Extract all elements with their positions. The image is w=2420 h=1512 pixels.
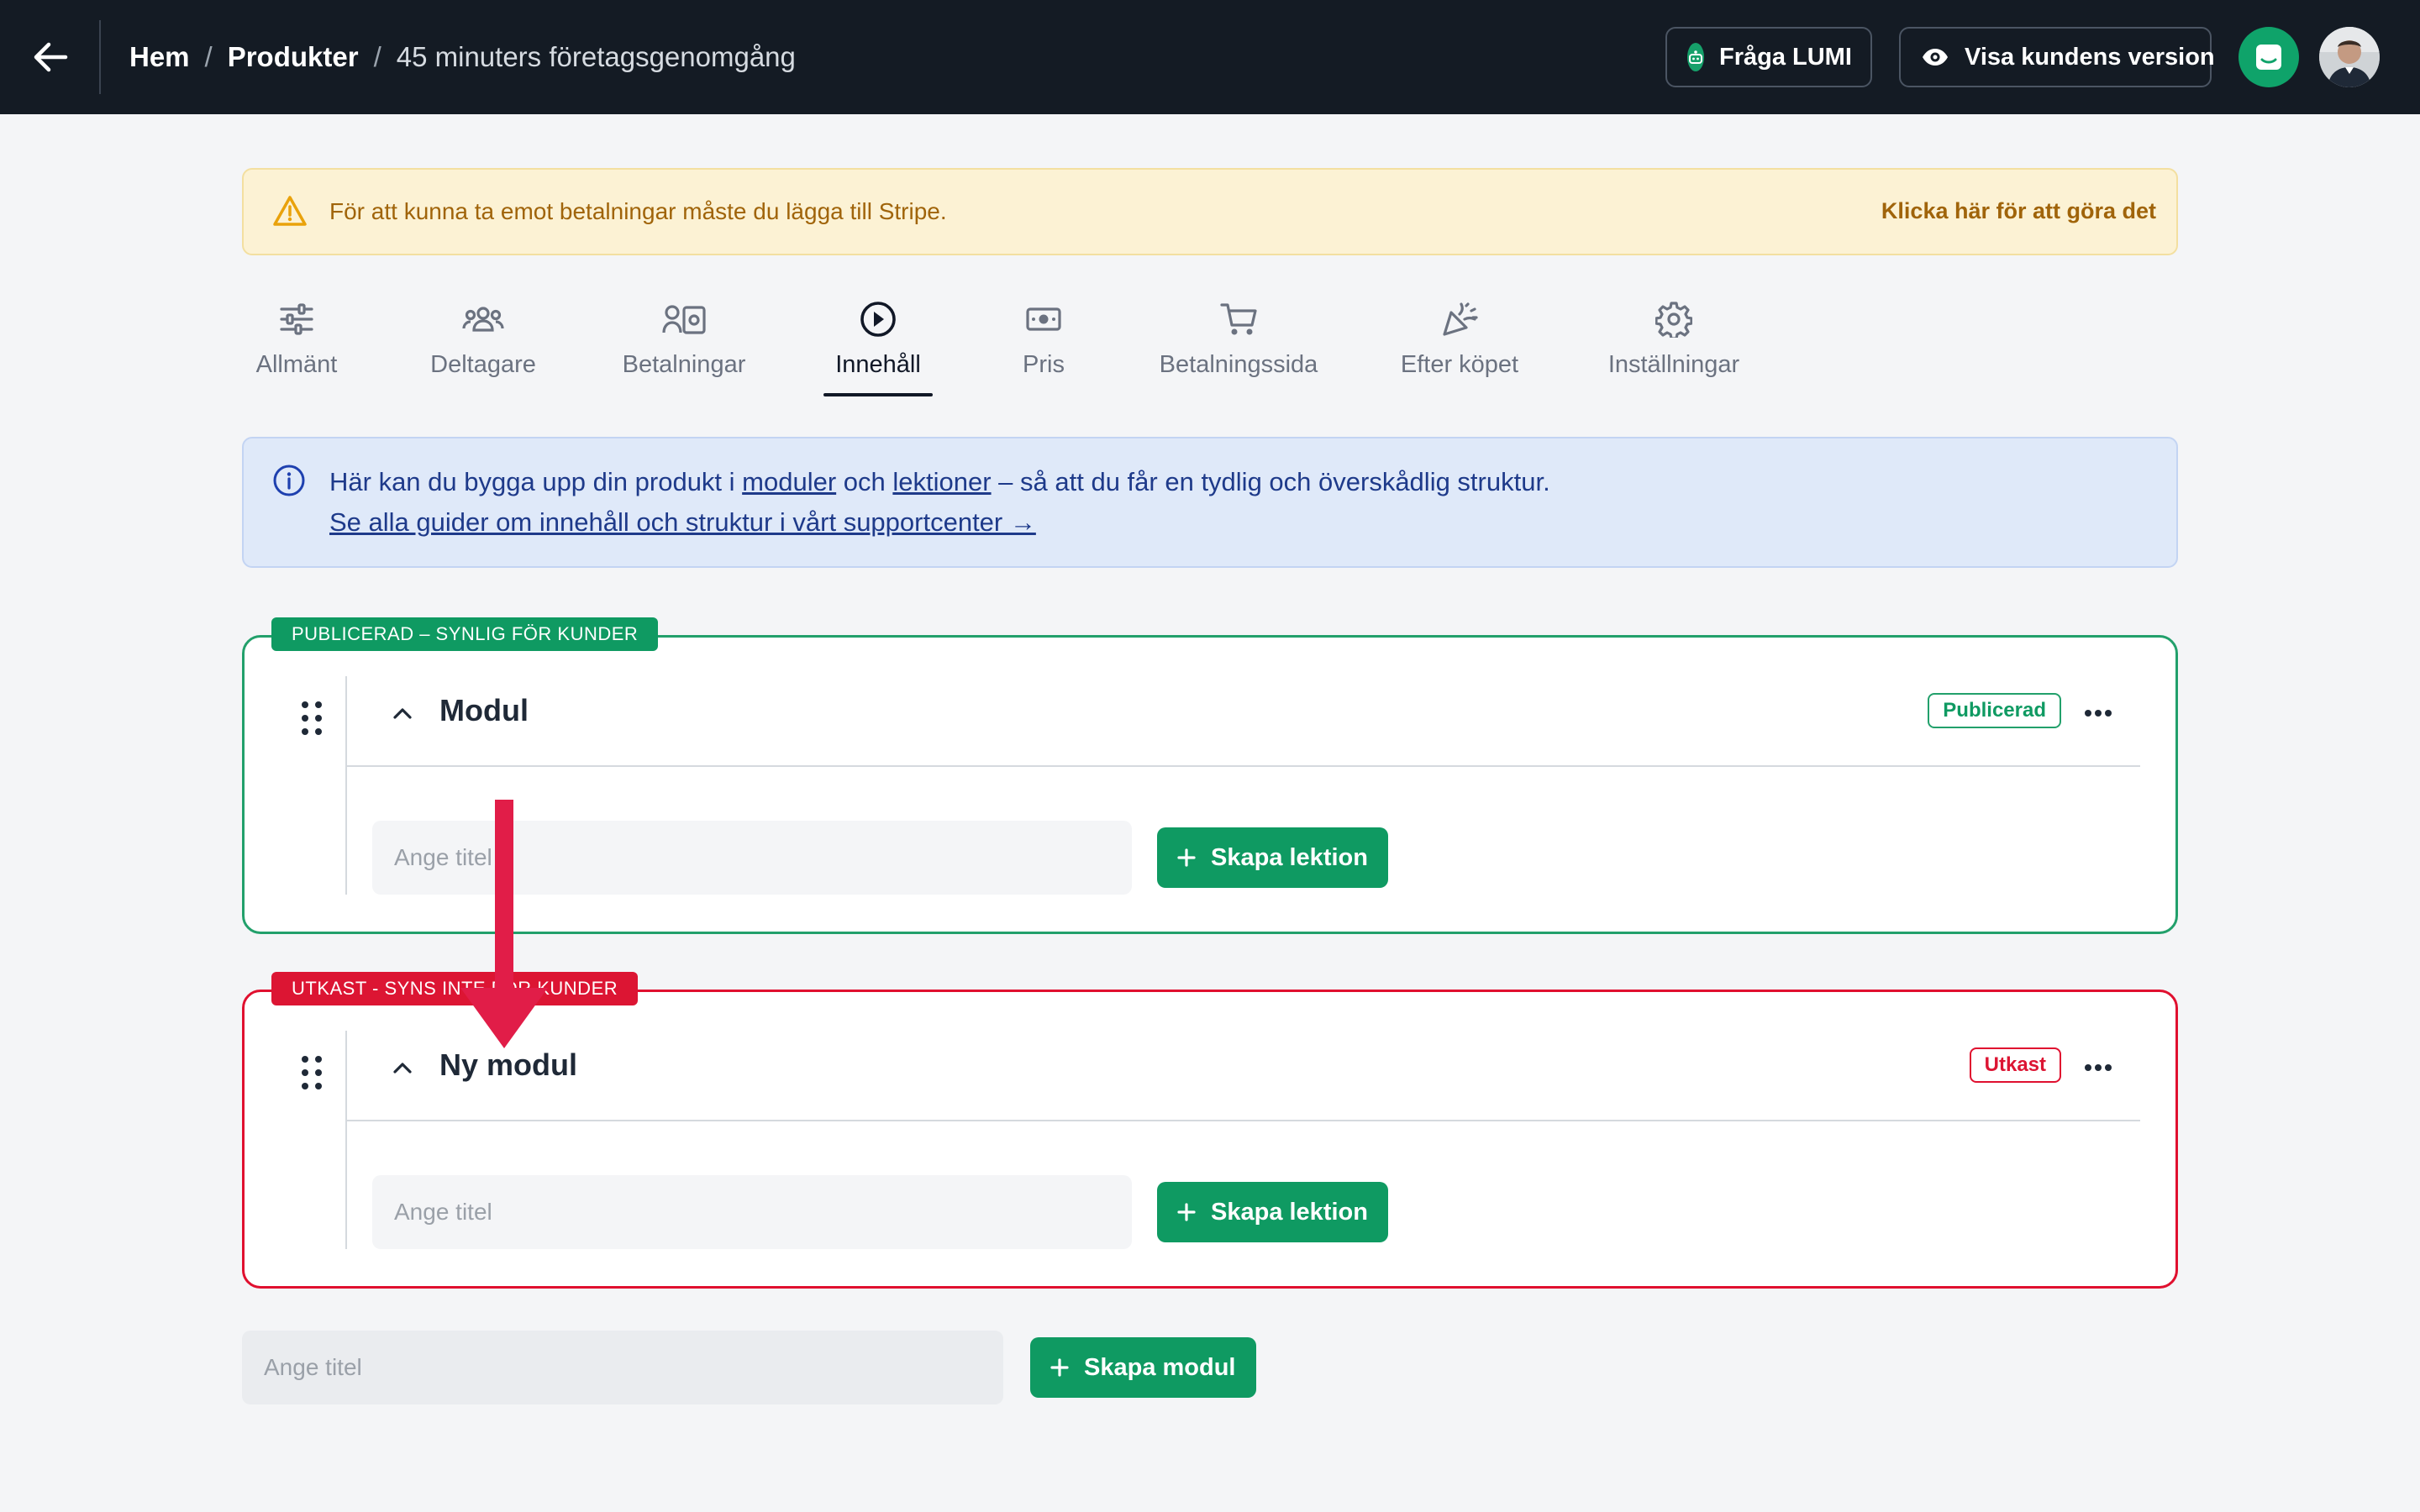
tab-label: Inställningar	[1607, 351, 1740, 378]
robot-icon	[1687, 43, 1704, 71]
breadcrumb-products[interactable]: Produkter	[228, 41, 359, 73]
lesson-title-input[interactable]	[372, 821, 1132, 895]
info-text-and: och	[836, 467, 893, 496]
tab-label: Betalningar	[622, 351, 746, 378]
content-info-banner: Här kan du bygga upp din produkt i modul…	[242, 437, 2178, 568]
chat-icon	[2256, 45, 2281, 70]
divider	[99, 20, 101, 94]
collapse-module-button[interactable]	[386, 696, 419, 730]
create-lesson-button[interactable]: Skapa lektion	[1157, 827, 1388, 888]
tab-label: Allmänt	[255, 351, 338, 378]
status-badge: Publicerad	[1928, 693, 2061, 728]
warning-triangle-icon	[272, 195, 308, 231]
add-stripe-link[interactable]: Klicka här för att göra det	[1881, 198, 2156, 224]
create-lesson-button[interactable]: Skapa lektion	[1157, 1182, 1388, 1242]
tab-payments[interactable]: Betalningar	[618, 296, 750, 396]
create-module-button[interactable]: Skapa modul	[1030, 1337, 1256, 1398]
status-badge: Utkast	[1969, 1047, 2061, 1083]
module-divider	[345, 676, 347, 895]
eye-icon	[1921, 47, 1949, 67]
breadcrumb-current: 45 minuters företagsgenomgång	[396, 41, 796, 72]
module-title[interactable]: Ny modul	[439, 1047, 577, 1083]
info-text-before: Här kan du bygga upp din produkt i	[329, 467, 743, 496]
breadcrumb-separator: /	[373, 41, 381, 72]
avatar[interactable]	[2319, 27, 2380, 87]
cart-icon	[1220, 296, 1257, 343]
chevron-up-icon	[393, 1063, 412, 1074]
tab-label: Efter köpet	[1400, 351, 1519, 378]
plus-icon	[1177, 1203, 1196, 1221]
party-popper-icon	[1441, 296, 1478, 343]
customer-view-label: Visa kundens version	[1965, 43, 2215, 71]
plus-icon	[1050, 1358, 1069, 1377]
create-lesson-label: Skapa lektion	[1211, 843, 1368, 871]
tab-checkout-page[interactable]: Betalningssida	[1155, 296, 1323, 396]
module-title-input[interactable]	[242, 1331, 1003, 1404]
module-title[interactable]: Modul	[439, 693, 529, 728]
arrow-left-icon	[34, 42, 68, 72]
module-card-draft: UTKAST - SYNS INTE FÖR KUNDER Ny modul U…	[242, 972, 2178, 1289]
tab-participants[interactable]: Deltagare	[424, 296, 543, 396]
info-text-after: – så att du får en tydlig och överskådli…	[991, 467, 1550, 496]
breadcrumb-home[interactable]: Hem	[129, 41, 190, 73]
gear-icon	[1655, 296, 1692, 343]
ask-lumi-button[interactable]: Fråga LUMI	[1665, 27, 1872, 87]
customer-view-button[interactable]: Visa kundens version	[1899, 27, 2215, 87]
tab-settings[interactable]: Inställningar	[1603, 296, 1744, 396]
create-lesson-label: Skapa lektion	[1211, 1198, 1368, 1226]
lesson-title-input[interactable]	[372, 1175, 1132, 1249]
tab-label: Pris	[1023, 351, 1065, 378]
breadcrumb-separator: /	[204, 41, 213, 72]
support-guides-link[interactable]: Se alla guider om innehåll och struktur …	[329, 507, 1036, 538]
info-text: Här kan du bygga upp din produkt i modul…	[329, 467, 1550, 497]
chat-button[interactable]	[2238, 27, 2299, 87]
ask-lumi-label: Fråga LUMI	[1719, 43, 1852, 71]
sliders-icon	[279, 296, 314, 343]
chevron-up-icon	[393, 708, 412, 719]
more-icon	[2085, 710, 2112, 717]
modules-link[interactable]: moduler	[742, 467, 836, 496]
tab-after-purchase[interactable]: Efter köpet	[1398, 296, 1521, 396]
active-tab-indicator	[823, 393, 933, 396]
collapse-module-button[interactable]	[386, 1051, 419, 1084]
published-ribbon: PUBLICERAD – SYNLIG FÖR KUNDER	[271, 617, 659, 651]
more-icon	[2085, 1064, 2112, 1071]
tab-label: Innehåll	[835, 351, 921, 378]
module-menu-button[interactable]	[2080, 696, 2117, 730]
draft-ribbon: UTKAST - SYNS INTE FÖR KUNDER	[271, 972, 639, 1005]
info-icon	[272, 464, 306, 501]
tab-general[interactable]: Allmänt	[252, 296, 341, 396]
stripe-warning-banner: För att kunna ta emot betalningar måste …	[242, 168, 2178, 255]
module-card-published: PUBLICERAD – SYNLIG FÖR KUNDER Modul Pub…	[242, 617, 2178, 934]
drag-handle-icon[interactable]	[295, 698, 329, 738]
drag-handle-icon[interactable]	[295, 1053, 329, 1093]
payments-icon	[662, 296, 706, 343]
module-divider	[345, 1031, 347, 1249]
tab-label: Deltagare	[430, 351, 536, 378]
module-header-divider	[347, 1120, 2140, 1121]
create-module-label: Skapa modul	[1084, 1353, 1236, 1381]
top-bar: Hem / Produkter / 45 minuters företagsge…	[0, 0, 2420, 114]
tab-label: Betalningssida	[1159, 351, 1318, 378]
lessons-link[interactable]: lektioner	[892, 467, 991, 496]
play-circle-icon	[860, 296, 897, 343]
back-button[interactable]	[27, 32, 74, 82]
breadcrumb: Hem / Produkter / 45 minuters företagsge…	[129, 37, 796, 77]
tab-price[interactable]: Pris	[1013, 296, 1074, 396]
banknote-icon	[1026, 296, 1061, 343]
module-menu-button[interactable]	[2080, 1051, 2117, 1084]
warning-text: För att kunna ta emot betalningar måste …	[329, 198, 947, 224]
plus-icon	[1177, 848, 1196, 867]
module-header-divider	[347, 765, 2140, 767]
tab-content[interactable]: Innehåll	[823, 296, 933, 396]
users-icon	[462, 296, 504, 343]
